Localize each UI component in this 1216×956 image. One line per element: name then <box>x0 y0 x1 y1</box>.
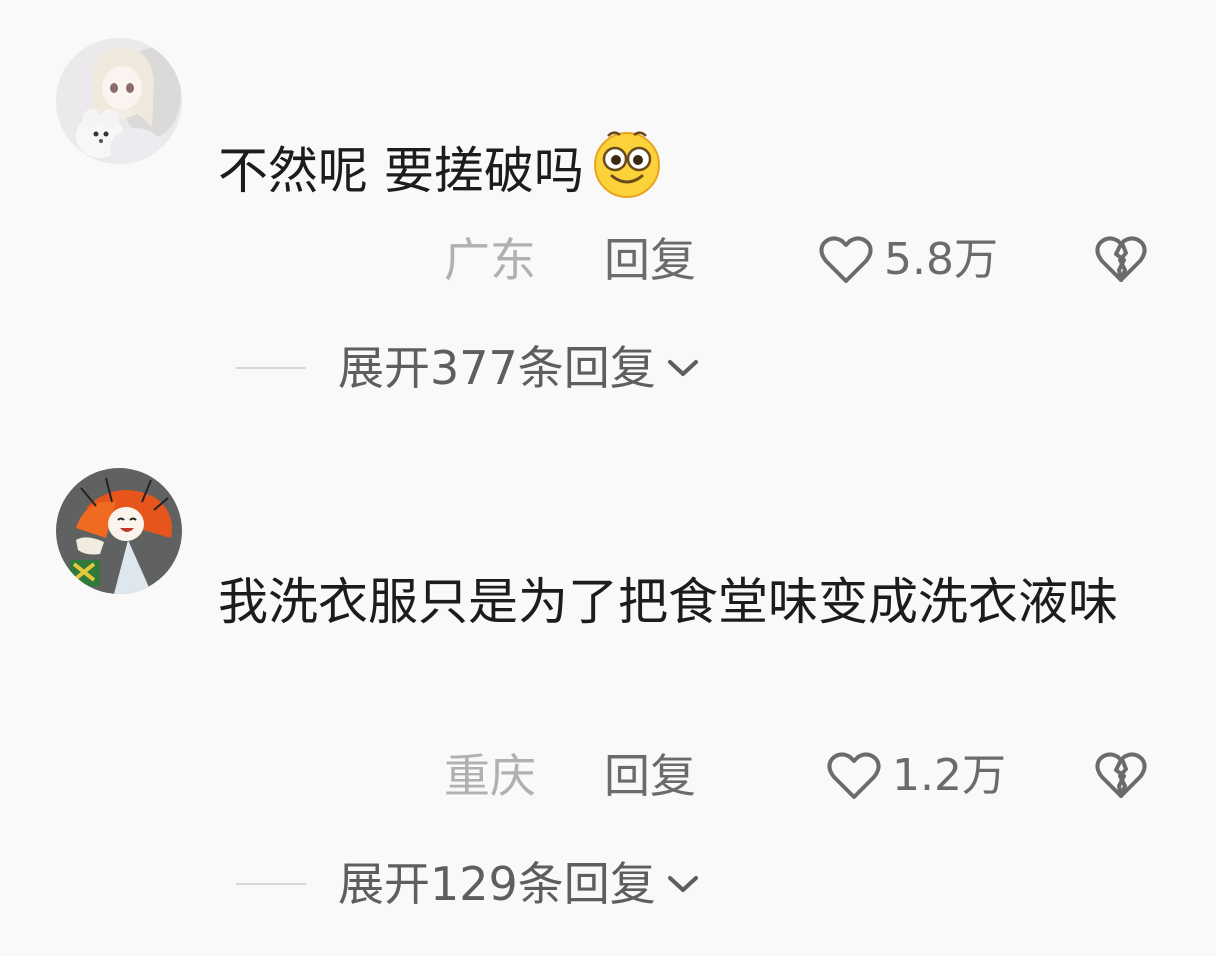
divider-line <box>236 367 306 369</box>
divider-line <box>236 883 306 885</box>
expand-replies-label: 展开129条回复 <box>338 857 656 911</box>
comment-list: 不然呢 要搓破吗 广东 回复 5.8万 展开377条回复 我洗衣服只是为了把食堂… <box>0 0 1216 956</box>
like-count: 1.2万 <box>892 750 1006 801</box>
chevron-down-icon <box>667 876 698 892</box>
reply-button[interactable]: 回复 <box>604 230 696 290</box>
like-button[interactable]: 5.8万 <box>818 230 998 290</box>
comment-text: 不然呢 要搓破吗 <box>218 126 1148 221</box>
expand-replies[interactable]: 展开129条回复 <box>236 854 700 914</box>
broken-heart-icon <box>1095 236 1147 282</box>
heart-outline-icon <box>827 752 881 799</box>
user-avatar[interactable] <box>56 468 182 594</box>
user-avatar[interactable] <box>56 38 182 164</box>
location-label: 广东 <box>444 233 536 287</box>
dislike-button[interactable] <box>1094 234 1148 298</box>
comment-meta: 广东 回复 5.8万 <box>0 230 1216 290</box>
heart-outline-icon <box>819 236 873 283</box>
comment-meta: 重庆 回复 1.2万 <box>0 746 1216 806</box>
like-count: 5.8万 <box>884 234 998 285</box>
reply-button[interactable]: 回复 <box>604 746 696 806</box>
location-label: 重庆 <box>444 749 536 803</box>
comment-body: 不然呢 要搓破吗 <box>218 142 584 200</box>
expand-replies[interactable]: 展开377条回复 <box>236 338 700 398</box>
expand-replies-label: 展开377条回复 <box>338 341 656 395</box>
smiling-face-emoji <box>588 126 666 221</box>
dislike-button[interactable] <box>1094 750 1148 814</box>
chevron-down-icon <box>667 360 698 376</box>
comment-text: 我洗衣服只是为了把食堂味变成洗衣液味 <box>218 562 1148 642</box>
like-button[interactable]: 1.2万 <box>826 746 1006 806</box>
comment-body: 我洗衣服只是为了把食堂味变成洗衣液味 <box>218 573 1118 631</box>
broken-heart-icon <box>1095 752 1147 798</box>
